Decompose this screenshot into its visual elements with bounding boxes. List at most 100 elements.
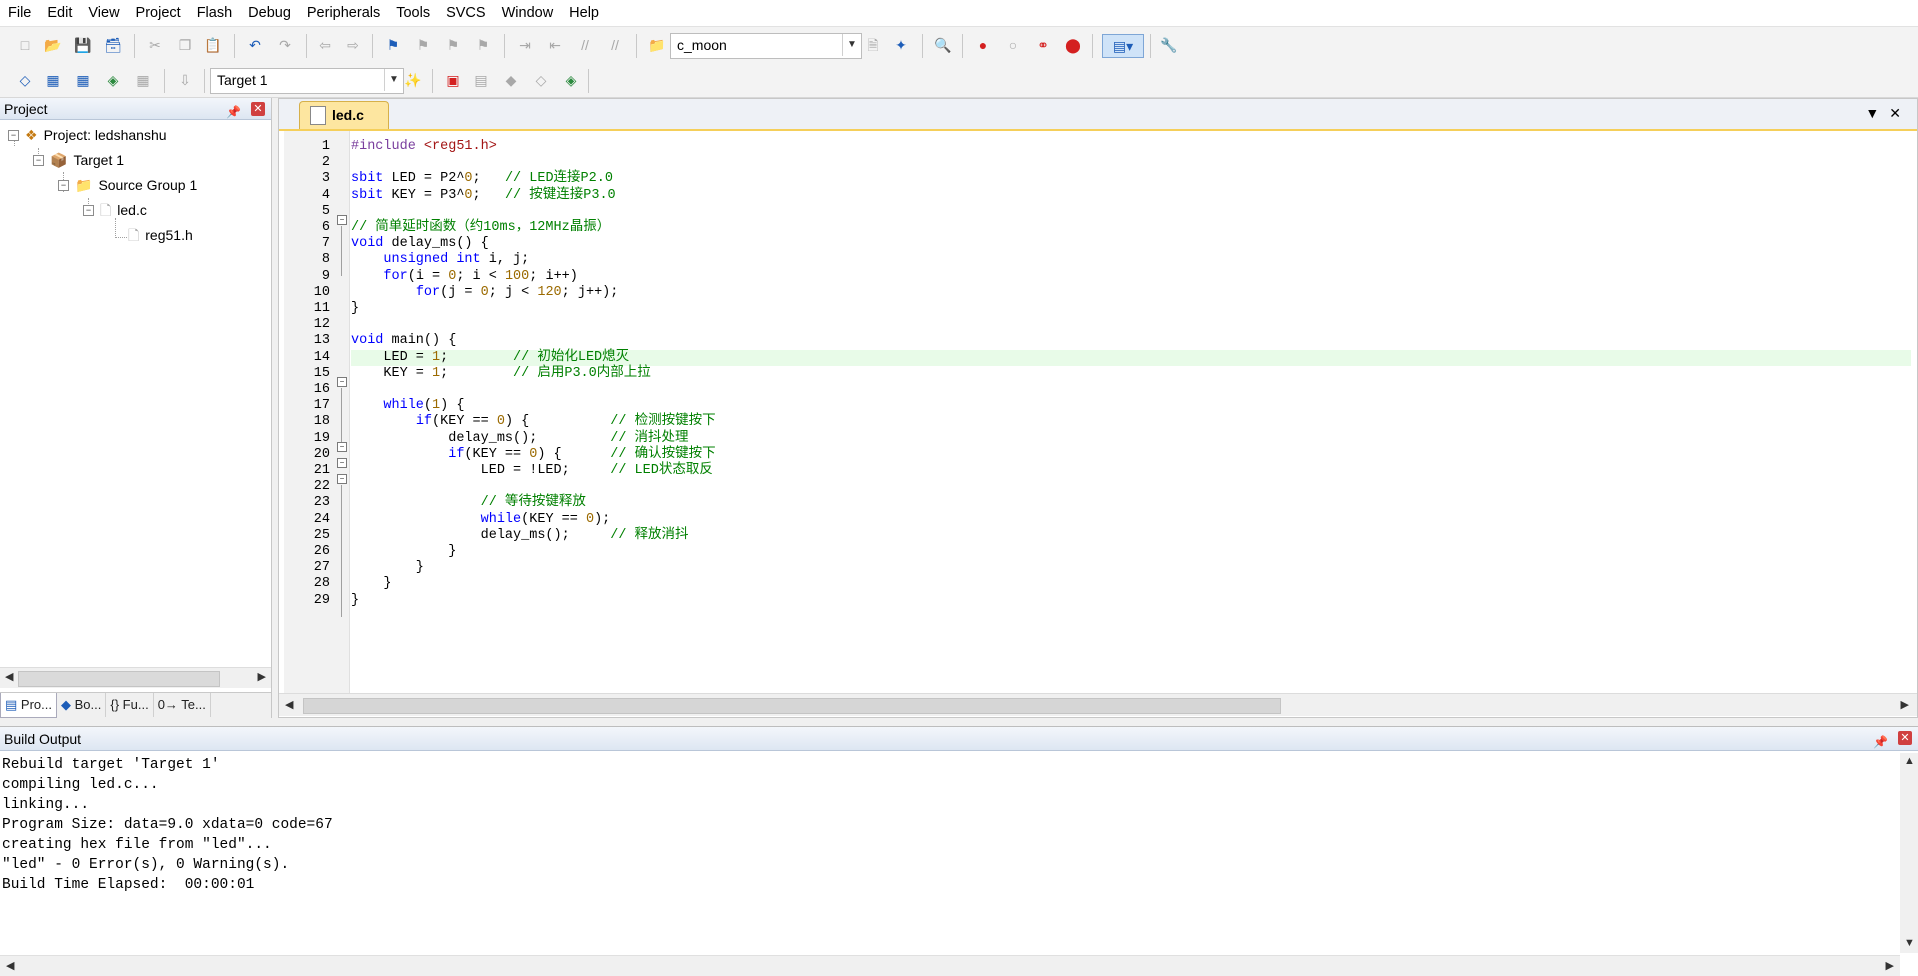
navigate-back-icon[interactable]: ⇦ [314, 34, 336, 56]
close-icon[interactable]: ✕ [1898, 731, 1912, 745]
disable-all-breakpoints-icon[interactable]: ⚭ [1032, 34, 1054, 56]
find-in-files-icon[interactable]: 📁 [646, 34, 668, 56]
chevron-down-icon[interactable]: ▼ [384, 69, 403, 91]
target-options-icon[interactable]: ✨ [402, 69, 424, 91]
output-hscrollbar[interactable]: ◀ ▶ [0, 955, 1900, 976]
next-bookmark-icon[interactable]: ⚑ [442, 34, 464, 56]
scroll-left-icon[interactable]: ◀ [6, 959, 14, 972]
tab-list-icon[interactable]: ▼ [1865, 105, 1889, 121]
menu-file[interactable]: File [0, 0, 39, 26]
build-icon[interactable]: ▦ [42, 69, 64, 91]
tab-functions[interactable]: {} Fu... [106, 693, 154, 717]
output-vscrollbar[interactable]: ▲ ▼ [1900, 753, 1918, 953]
code-line[interactable]: LED = 1; // 初始化LED熄灭 [351, 349, 1911, 366]
close-icon[interactable]: ✕ [251, 102, 265, 116]
code-line[interactable]: } [351, 560, 1911, 576]
code-line[interactable]: // 等待按键释放 [351, 495, 1911, 511]
scroll-thumb[interactable] [18, 671, 220, 687]
code-line[interactable] [351, 479, 1911, 495]
unindent-icon[interactable]: ⇤ [544, 34, 566, 56]
cut-icon[interactable]: ✂ [144, 34, 166, 56]
open-file-icon[interactable]: 📂 [42, 34, 64, 56]
code-line[interactable]: sbit LED = P2^0; // LED连接P2.0 [351, 171, 1911, 187]
code-line[interactable] [351, 204, 1911, 220]
code-line[interactable]: unsigned int i, j; [351, 252, 1911, 268]
code-line[interactable]: } [351, 576, 1911, 592]
scroll-right-icon[interactable]: ▶ [1886, 959, 1894, 972]
code-area[interactable]: #include <reg51.h> sbit LED = P2^0; // LE… [351, 131, 1911, 693]
scroll-left-icon[interactable]: ◀ [285, 698, 293, 711]
code-line[interactable]: } [351, 593, 1911, 609]
translate-icon[interactable]: ◇ [14, 69, 36, 91]
tree-project[interactable]: − ❖ Project: ledshanshu [8, 124, 167, 146]
tab-books[interactable]: ◆ Bo... [57, 693, 107, 717]
menu-peripherals[interactable]: Peripherals [299, 0, 388, 26]
code-line[interactable]: sbit KEY = P3^0; // 按键连接P3.0 [351, 188, 1911, 204]
chevron-down-icon[interactable]: ▼ [842, 34, 861, 56]
menu-help[interactable]: Help [561, 0, 607, 26]
collapse-icon[interactable]: − [8, 129, 19, 141]
save-icon[interactable]: 💾 [72, 34, 94, 56]
code-line[interactable]: } [351, 301, 1911, 317]
redo-icon[interactable]: ↷ [274, 34, 296, 56]
menu-window[interactable]: Window [494, 0, 562, 26]
code-line[interactable]: for(j = 0; j < 120; j++); [351, 285, 1911, 301]
scroll-right-icon[interactable]: ▶ [258, 670, 266, 683]
window-layout-icon[interactable]: ▤▾ [1102, 34, 1144, 58]
tree-file-led-c[interactable]: − 🗋 led.c [83, 199, 147, 221]
rebuild-icon[interactable]: ▦ [72, 69, 94, 91]
code-line[interactable]: delay_ms(); // 释放消抖 [351, 528, 1911, 544]
scroll-right-icon[interactable]: ▶ [1901, 698, 1909, 711]
code-line[interactable]: void delay_ms() { [351, 236, 1911, 252]
kill-breakpoints-icon[interactable]: ⬤ [1062, 34, 1084, 56]
copy-icon[interactable]: ❐ [174, 34, 196, 56]
navigate-forward-icon[interactable]: ⇨ [342, 34, 364, 56]
pack-installer-icon[interactable]: ◇ [530, 69, 552, 91]
scroll-left-icon[interactable]: ◀ [5, 670, 13, 683]
target-select[interactable]: Target 1 ▼ [210, 68, 404, 94]
stop-build-icon[interactable]: ▦ [132, 69, 154, 91]
incremental-find-icon[interactable]: ✦ [890, 34, 912, 56]
fold-toggle-icon[interactable]: − [337, 442, 347, 452]
manage-rte-icon[interactable]: ◈ [560, 69, 582, 91]
clear-bookmarks-icon[interactable]: ⚑ [472, 34, 494, 56]
select-packs-icon[interactable]: ◆ [500, 69, 522, 91]
code-line[interactable]: } [351, 544, 1911, 560]
tab-project[interactable]: ▤ Pro... [0, 693, 57, 718]
code-line[interactable]: KEY = 1; // 启用P3.0内部上拉 [351, 366, 1911, 382]
collapse-icon[interactable]: − [83, 204, 94, 216]
code-line[interactable]: void main() { [351, 333, 1911, 349]
code-line[interactable] [351, 382, 1911, 398]
uncomment-icon[interactable]: // [604, 34, 626, 56]
code-line[interactable]: if(KEY == 0) { // 检测按键按下 [351, 414, 1911, 430]
prev-bookmark-icon[interactable]: ⚑ [412, 34, 434, 56]
comment-icon[interactable]: // [574, 34, 596, 56]
code-line[interactable]: // 简单延时函数（约10ms，12MHz晶振） [351, 220, 1911, 236]
collapse-icon[interactable]: − [33, 154, 44, 166]
indent-icon[interactable]: ⇥ [514, 34, 536, 56]
collapse-icon[interactable]: − [58, 179, 69, 191]
configure-icon[interactable]: 🔧 [1158, 34, 1180, 56]
code-line[interactable] [351, 317, 1911, 333]
multi-project-icon[interactable]: ▤ [470, 69, 492, 91]
batch-build-icon[interactable]: ◈ [102, 69, 124, 91]
code-line[interactable]: for(i = 0; i < 100; i++) [351, 269, 1911, 285]
tab-led-c[interactable]: led.c [299, 101, 389, 129]
scroll-up-icon[interactable]: ▲ [1904, 755, 1915, 767]
debug-session-icon[interactable]: 🔍 [932, 34, 954, 56]
scroll-thumb[interactable] [303, 698, 1281, 714]
bookmark-icon[interactable]: ⚑ [382, 34, 404, 56]
menu-debug[interactable]: Debug [240, 0, 299, 26]
save-all-icon[interactable]: 🗃 [102, 34, 124, 56]
fold-toggle-icon[interactable]: − [337, 377, 347, 387]
code-line[interactable]: while(KEY == 0); [351, 512, 1911, 528]
pin-icon[interactable]: 📌 [226, 101, 241, 123]
fold-toggle-icon[interactable]: − [337, 474, 347, 484]
download-icon[interactable]: ⇩ [174, 69, 196, 91]
menu-tools[interactable]: Tools [388, 0, 438, 26]
pin-icon[interactable]: 📌 [1873, 730, 1888, 754]
fold-toggle-icon[interactable]: − [337, 215, 347, 225]
code-line[interactable]: if(KEY == 0) { // 确认按键按下 [351, 447, 1911, 463]
fold-toggle-icon[interactable]: − [337, 458, 347, 468]
scroll-down-icon[interactable]: ▼ [1904, 937, 1915, 949]
